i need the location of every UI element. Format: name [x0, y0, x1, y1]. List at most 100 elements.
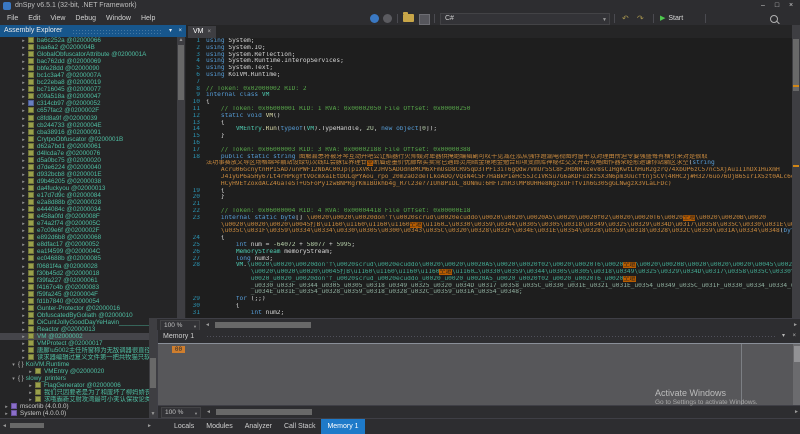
tree-item[interactable]: ▸bc1c3a47 @0200007A: [0, 72, 186, 79]
scroll-up-icon[interactable]: ▲: [177, 37, 185, 44]
tree-item[interactable]: ▸e892d6b8 @02000068: [0, 234, 186, 241]
tree-item[interactable]: ▸f4167c4b @02000083: [0, 284, 186, 291]
navigate-forward-icon[interactable]: ↷: [637, 14, 644, 23]
scroll-down-icon[interactable]: ▼: [149, 411, 157, 418]
start-button[interactable]: ▶Start: [660, 13, 683, 24]
expander-icon[interactable]: ▸: [20, 158, 27, 164]
pin-icon[interactable]: ▾: [169, 25, 172, 37]
scroll-left-icon[interactable]: ◄: [206, 409, 211, 416]
expander-icon[interactable]: ▸: [20, 292, 27, 298]
pin-icon[interactable]: ▾: [782, 330, 785, 343]
tree-item[interactable]: ▸ec04688b @02000085: [0, 255, 186, 262]
scrollbar-thumb[interactable]: [215, 322, 311, 328]
expander-icon[interactable]: ▸: [20, 123, 27, 129]
tree-item[interactable]: ▸bbfe28dd @02000090: [0, 65, 186, 72]
tab-locals[interactable]: Locals: [168, 419, 200, 434]
tab-modules[interactable]: Modules: [200, 419, 238, 434]
expander-icon[interactable]: ▸: [20, 271, 27, 277]
tree-item[interactable]: ▸ea1f4599 @0200004C: [0, 248, 186, 255]
expander-icon[interactable]: ▸: [20, 285, 27, 291]
tree-item[interactable]: ▸e444084c @02000034: [0, 206, 186, 213]
tree-item[interactable]: ▸da4fuckyou @02000013: [0, 185, 186, 192]
expander-icon[interactable]: ▸: [20, 299, 27, 305]
scroll-left-icon[interactable]: ◄: [2, 422, 7, 430]
tree-item[interactable]: ▸c8fd8a9f @02000039: [0, 115, 186, 122]
expander-icon[interactable]: ▸: [20, 108, 27, 114]
editor-scrollbar-vertical[interactable]: [792, 25, 800, 318]
scroll-right-icon[interactable]: ►: [147, 422, 152, 430]
minimize-button[interactable]: –: [756, 0, 770, 12]
language-select[interactable]: C# ▼: [440, 13, 610, 25]
menu-file[interactable]: File: [2, 12, 23, 25]
tree-item[interactable]: ▸e8dfac17 @02000052: [0, 241, 186, 248]
expander-icon[interactable]: ▸: [20, 306, 27, 312]
open-folder-icon[interactable]: [403, 14, 414, 22]
close-button[interactable]: ×: [784, 0, 798, 12]
tree-item[interactable]: ▸e2a8d88b @02000028: [0, 199, 186, 206]
scroll-right-icon[interactable]: ►: [793, 322, 798, 329]
memory-scrollbar-vertical[interactable]: [793, 344, 800, 406]
tree-item[interactable]: ▸d9b46205 @02000038: [0, 178, 186, 185]
expander-icon[interactable]: ▾: [10, 362, 17, 368]
tree-item[interactable]: ▸cba38916 @02000091: [0, 129, 186, 136]
scrollbar-thumb[interactable]: [793, 39, 799, 91]
tree-item[interactable]: ▸Gunter-Protector @02000016: [0, 305, 186, 312]
tab-close-icon[interactable]: ×: [208, 29, 212, 35]
expander-icon[interactable]: ▸: [20, 137, 27, 143]
scrollbar-thumb[interactable]: [10, 423, 44, 428]
scrollbar-thumb[interactable]: [150, 358, 156, 388]
scrollbar-thumb[interactable]: [794, 346, 800, 362]
tab-memory-1[interactable]: Memory 1: [321, 419, 364, 434]
scroll-right-icon[interactable]: ►: [794, 409, 799, 416]
tree-item[interactable]: ▸CrytpoObfuscator @0200001B: [0, 136, 186, 143]
tree-item[interactable]: ▸fd1b7840 @02000054: [0, 298, 186, 305]
expander-icon[interactable]: ▸: [20, 278, 27, 284]
tree-item[interactable]: ▸c657fac2 @0200002F: [0, 107, 186, 114]
search-icon[interactable]: [770, 15, 778, 23]
tree-item[interactable]: ▸f30b45d2 @02000018: [0, 270, 186, 277]
scrollbar-thumb[interactable]: [216, 409, 312, 415]
code-editor[interactable]: VM× 1using System;2using System.IO;3usin…: [186, 25, 800, 318]
expander-icon[interactable]: ▸: [20, 144, 27, 150]
tree-item[interactable]: ▸GlobalObfuscatorAttribute @0200001A: [0, 51, 186, 58]
tree-item[interactable]: ▸bac762dd @02000069: [0, 58, 186, 65]
tree-item[interactable]: ▸d62a7bd1 @02000061: [0, 143, 186, 150]
tree-item[interactable]: ▸e17d7d9c @02000084: [0, 192, 186, 199]
menu-window[interactable]: Window: [101, 12, 136, 25]
tree-item[interactable]: ▸bc22eba8 @02000019: [0, 79, 186, 86]
close-icon[interactable]: ×: [178, 25, 182, 37]
expander-icon[interactable]: ▸: [20, 165, 27, 171]
restore-button[interactable]: □: [770, 0, 784, 12]
menu-view[interactable]: View: [45, 12, 70, 25]
forward-icon[interactable]: [383, 14, 392, 23]
tree-item[interactable]: ▸baa6a2 @0200004B: [0, 44, 186, 51]
tree-item[interactable]: ▸d932bcb8 @0200001E: [0, 171, 186, 178]
expander-icon[interactable]: ▸: [3, 411, 10, 417]
expander-icon[interactable]: ▸: [20, 264, 27, 270]
expander-icon[interactable]: ▸: [20, 130, 27, 136]
tree-item[interactable]: ▸d7de6224 @02000040: [0, 164, 186, 171]
tab-vm[interactable]: VM×: [188, 26, 216, 38]
expander-icon[interactable]: ▾: [10, 376, 17, 382]
tree-scrollbar-vertical-lower[interactable]: ▼: [149, 318, 157, 418]
expander-icon[interactable]: ▸: [20, 256, 27, 262]
expander-icon[interactable]: ▸: [20, 151, 27, 157]
tree-item[interactable]: ▸e458a0fd @0200008F: [0, 213, 186, 220]
tab-analyzer[interactable]: Analyzer: [239, 419, 278, 434]
tab-call-stack[interactable]: Call Stack: [278, 419, 322, 434]
scroll-left-icon[interactable]: ◄: [205, 322, 210, 329]
tree-item[interactable]: ▸e74a2f74 @0200005C: [0, 220, 186, 227]
tree-item[interactable]: ▸f59fa245 @0200004F: [0, 291, 186, 298]
tree-item[interactable]: ▸f39fa227 @02000061: [0, 277, 186, 284]
menu-edit[interactable]: Edit: [23, 12, 45, 25]
tree-item[interactable]: ▸cb244733 @0200004E: [0, 122, 186, 129]
expander-icon[interactable]: ▸: [20, 313, 27, 319]
code-view[interactable]: 1using System;2using System.IO;3using Sy…: [186, 38, 792, 318]
menu-debug[interactable]: Debug: [70, 12, 101, 25]
tree-item[interactable]: ▸f0681f4a @02000028: [0, 263, 186, 270]
save-module-icon[interactable]: [419, 14, 430, 25]
tree-scrollbar-horizontal[interactable]: ◄ ►: [0, 422, 157, 430]
memory-zoom-select[interactable]: 100 % ▼: [161, 407, 201, 418]
menu-help[interactable]: Help: [136, 12, 160, 25]
tree-item[interactable]: ▸bc716045 @02000077: [0, 86, 186, 93]
